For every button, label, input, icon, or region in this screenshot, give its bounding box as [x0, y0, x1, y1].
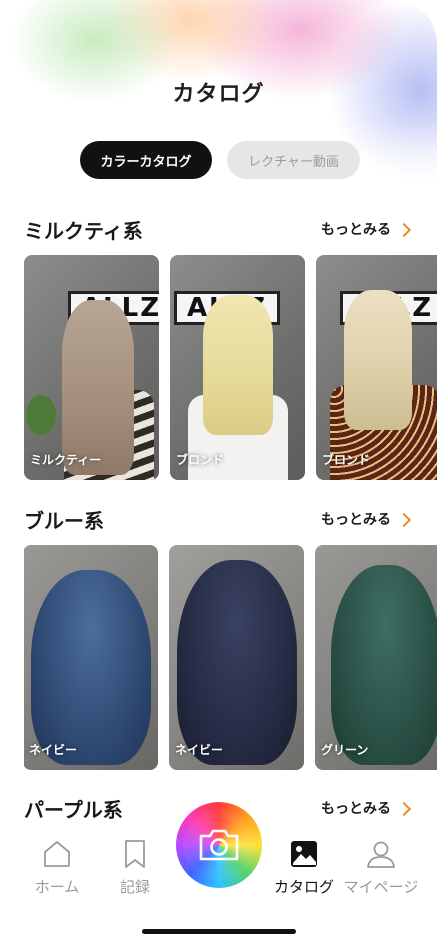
chevron-right-icon [396, 801, 412, 816]
card-label: ミルクティー [30, 453, 102, 467]
hair [177, 560, 297, 765]
camera-button[interactable] [176, 802, 262, 888]
see-more-label: もっとみる [321, 512, 391, 528]
tab-home[interactable]: ホーム [17, 838, 97, 897]
hair [62, 300, 134, 475]
hair [203, 295, 273, 435]
card-label: ネイビー [29, 743, 78, 757]
header-gradient [0, 0, 437, 230]
tab-record-label: 記録 [119, 878, 150, 896]
chevron-right-icon [396, 512, 412, 527]
catalog-card[interactable]: ALLZ ミルクティー [24, 255, 159, 480]
catalog-card[interactable]: ALLZ ブロンド [170, 255, 305, 480]
chevron-right-icon [396, 222, 412, 237]
hair [31, 570, 151, 765]
hair [331, 565, 437, 765]
section-title: ミルクティ系 [24, 219, 143, 243]
section-title: パープル系 [24, 798, 123, 822]
camera-button-inner [183, 809, 255, 881]
catalog-card[interactable]: ネイビー [169, 545, 304, 770]
catalog-card[interactable]: ALLZ ブロンド [316, 255, 437, 480]
person-icon [367, 841, 395, 868]
card-carousel[interactable]: ネイビー ネイビー グリーン [24, 545, 437, 771]
tab-mypage[interactable]: マイページ [341, 838, 421, 897]
tab-record[interactable]: 記録 [95, 838, 175, 897]
tab-catalog-label: カタログ [273, 878, 334, 896]
card-label: ネイビー [175, 743, 224, 757]
see-more-link[interactable]: もっとみる [321, 509, 412, 529]
tab-lecture-videos[interactable]: レクチャー動画 [227, 141, 360, 179]
home-icon [44, 841, 70, 867]
catalog-card[interactable]: ネイビー [24, 545, 158, 770]
tab-mypage-label: マイページ [343, 878, 419, 896]
card-carousel[interactable]: ALLZ ミルクティー ALLZ ブロンド ALLZ ブロンド [24, 255, 437, 481]
card-label: ブロンド [176, 453, 225, 467]
section-title: ブルー系 [24, 509, 104, 533]
tab-catalog[interactable]: カタログ [264, 838, 344, 897]
camera-icon [199, 829, 239, 861]
tab-home-label: ホーム [34, 878, 80, 896]
catalog-card[interactable]: グリーン [315, 545, 437, 770]
plant [26, 395, 56, 435]
header-fade [0, 120, 437, 230]
see-more-link[interactable]: もっとみる [321, 219, 412, 239]
bookmark-icon [125, 840, 145, 868]
see-more-link[interactable]: もっとみる [321, 798, 412, 818]
tab-color-catalog[interactable]: カラーカタログ [80, 141, 212, 179]
see-more-label: もっとみる [321, 222, 391, 238]
hair [344, 290, 412, 430]
page-title: カタログ [172, 82, 265, 107]
home-indicator [142, 929, 296, 934]
card-label: ブロンド [322, 453, 371, 467]
card-label: グリーン [321, 743, 369, 757]
see-more-label: もっとみる [321, 801, 391, 817]
image-icon [291, 841, 317, 867]
